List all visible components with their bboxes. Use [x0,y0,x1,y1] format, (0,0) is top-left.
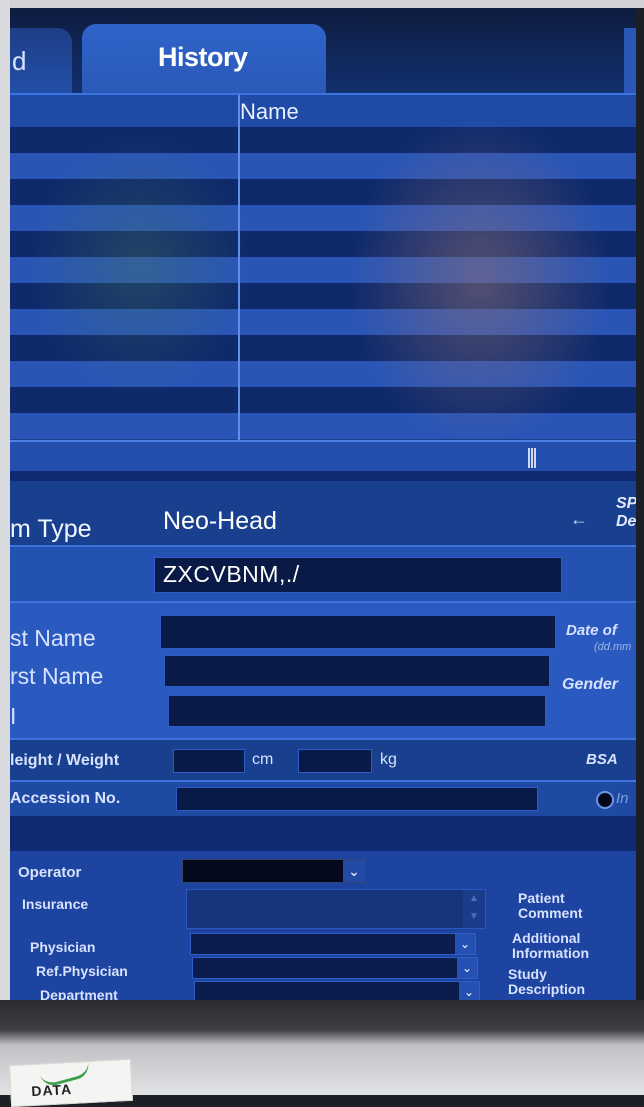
exam-type-value[interactable]: Neo-Head [163,507,277,536]
patient-id-row: ZXCVBNM,./ [10,547,636,601]
accession-row: Accession No. In [10,782,636,816]
paper-label: DATA [8,1058,134,1107]
patient-comment-line-2: Comment [518,905,583,921]
monitor-bezel-left [0,0,10,1095]
patient-info-panel: m Type Neo-Head ← SP De ZXCVBNM,./ st Na… [10,471,636,1003]
weight-field[interactable] [298,749,372,773]
department-dropdown[interactable]: ⌄ [194,981,480,1001]
tab-next[interactable] [624,28,636,93]
middle-name-field[interactable] [168,695,546,727]
patient-id-value: ZXCVBNM,./ [163,561,300,587]
operator-dropdown[interactable]: ⌄ [182,859,366,883]
physician-dropdown[interactable]: ⌄ [190,933,476,955]
exam-type-row: m Type Neo-Head ← SP De [10,481,636,545]
history-list-panel: Name [10,93,636,473]
ultrasound-screen: d History Name m Type Neo-Head ← SP De Z… [10,8,636,1003]
extra-info-section: Operator ⌄ Insurance ▲ ▼ Physician ⌄ Ref.… [10,851,636,1003]
study-description-button[interactable]: Study Description [508,967,585,997]
sp-button[interactable]: SP De [616,495,636,531]
insurance-scroll[interactable]: ▲ ▼ [463,890,485,928]
weight-unit: kg [380,751,397,768]
gender-label: Gender [562,676,619,693]
operator-label: Operator [18,864,82,881]
date-of-birth-label: Date of [566,622,617,639]
radio-button[interactable] [596,791,614,809]
additional-info-button[interactable]: Additional Information [512,931,589,961]
middle-name-label: I [10,703,17,729]
tab-history[interactable]: History [82,24,326,96]
tab-bar: d History [10,8,636,96]
chevron-down-icon[interactable]: ⌄ [457,958,477,978]
height-weight-label: leight / Weight [10,752,120,769]
chevron-down-icon[interactable]: ⌄ [459,982,479,1000]
last-name-label: st Name [10,625,96,651]
back-arrow-icon[interactable]: ← [570,509,588,530]
column-separator[interactable] [238,95,240,440]
sp-line-1: SP [616,495,636,512]
patient-comment-button[interactable]: Patient Comment [518,891,583,921]
insurance-field[interactable]: ▲ ▼ [186,889,486,929]
accession-label: Accession No. [10,790,121,807]
height-field[interactable] [173,749,245,773]
scrollbar-thumb[interactable] [528,448,536,468]
additional-info-line-2: Information [512,945,589,961]
bsa-label: BSA [586,751,618,768]
monitor-bezel-top [0,0,644,8]
date-format-hint: (dd.mm [594,641,632,653]
additional-info-line-1: Additional [512,930,581,946]
column-name-header[interactable]: Name [240,99,299,125]
patient-id-field[interactable]: ZXCVBNM,./ [154,557,562,593]
accession-field[interactable] [176,787,538,811]
ref-physician-label: Ref.Physician [36,963,128,979]
height-unit: cm [252,751,274,768]
ref-physician-dropdown[interactable]: ⌄ [192,957,478,979]
first-name-field[interactable] [164,655,550,687]
exam-type-label: m Type [10,515,92,543]
chevron-down-icon[interactable]: ⌄ [343,860,365,882]
chevron-down-icon[interactable]: ⌄ [455,934,475,954]
first-name-label: rst Name [10,663,104,689]
physician-label: Physician [30,939,96,955]
study-description-line-2: Description [508,981,586,997]
tab-previous-label: d [12,46,27,76]
tab-previous[interactable]: d [10,28,72,93]
horizontal-scrollbar[interactable] [10,440,636,472]
insurance-label: Insurance [22,896,89,912]
tab-history-label: History [158,42,248,72]
height-weight-row: leight / Weight cm kg BSA [10,740,636,780]
name-block: st Name rst Name I Date of (dd.mm Gender [10,603,636,738]
paper-label-text: DATA [30,1080,73,1100]
radio-label: In [616,790,629,807]
patient-comment-line-1: Patient [518,890,565,906]
screen-glare-reflection [350,115,610,445]
screen-glare-reflection [30,135,250,395]
sp-line-2: De [616,513,636,530]
study-description-line-1: Study [508,966,547,982]
history-column-header: Name [10,95,636,127]
last-name-field[interactable] [160,615,556,649]
